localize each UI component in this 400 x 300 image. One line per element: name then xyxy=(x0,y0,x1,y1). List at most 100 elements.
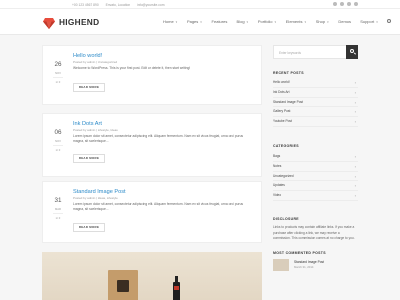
disclosure-text: Links to products may contain affiliate … xyxy=(273,225,355,240)
category-label: Video xyxy=(273,193,282,198)
recent-post-link[interactable]: Gallery Post › xyxy=(273,107,358,118)
post-title[interactable]: Hello world! xyxy=(73,53,102,59)
contact-info: +00 123 4567 890 Envato, Location info@y… xyxy=(72,3,170,7)
category-link[interactable]: Video › xyxy=(273,191,358,201)
main-nav: Home ▼ Pages ▼ Features Blog ▼ Portfolio ▼ E… xyxy=(163,19,392,24)
post-day: 26 xyxy=(54,61,62,68)
post-meta: Posted by admin | Ideas, Lifestyle xyxy=(73,195,118,200)
comment-count[interactable]: ✉ 0 xyxy=(52,148,64,152)
post-date: 26 NOV ✉ 0 xyxy=(52,53,64,84)
paper-bag-image xyxy=(108,270,138,300)
categories-list: Bags › Notes › Uncategorized › Updates › Vid… xyxy=(273,152,358,201)
post-card: 26 NOV ✉ 0 Hello world! Posted by admin … xyxy=(42,45,262,105)
chevron-right-icon: › xyxy=(354,89,356,95)
comment-count[interactable]: ✉ 0 xyxy=(52,80,64,84)
categories-title: CATEGORIES xyxy=(273,144,299,148)
read-more-button[interactable]: READ MORE xyxy=(73,83,105,92)
commented-post-date: March 31, 2014 xyxy=(294,265,314,269)
search-icon xyxy=(349,49,354,53)
search-button[interactable] xyxy=(346,45,358,59)
category-label: Updates xyxy=(273,183,285,188)
post-excerpt: Welcome to WordPress. This is your first… xyxy=(73,65,191,70)
nav-home[interactable]: Home ▼ xyxy=(163,19,178,24)
nav-blog[interactable]: Blog ▼ xyxy=(237,19,249,24)
post-date: 31 MAR ✉ 0 xyxy=(52,189,64,220)
date-divider xyxy=(53,77,63,78)
nav-elements[interactable]: Elements ▼ xyxy=(286,19,307,24)
diamond-icon xyxy=(43,16,55,29)
post-day: 06 xyxy=(54,129,62,136)
chevron-right-icon: › xyxy=(354,154,356,159)
nav-pages[interactable]: Pages ▼ xyxy=(187,19,202,24)
image-background xyxy=(42,252,262,300)
post-month: MAR xyxy=(55,208,61,211)
bottle-body xyxy=(173,282,180,300)
recent-post-label: Ink Dots Art xyxy=(273,89,290,94)
read-more-button[interactable]: READ MORE xyxy=(73,223,105,232)
search-input[interactable]: Enter keywords xyxy=(279,51,301,55)
featured-image[interactable] xyxy=(42,252,262,300)
disclosure-title: DISCLOSURE xyxy=(273,217,299,221)
nav-label: Shop xyxy=(315,18,326,24)
category-link[interactable]: Updates › xyxy=(273,181,358,192)
chevron-down-icon: ▼ xyxy=(175,20,178,24)
search-icon[interactable] xyxy=(387,19,392,23)
post-thumbnail xyxy=(273,259,289,271)
recent-post-label: Standard Image Post xyxy=(273,99,303,104)
nav-portfolio[interactable]: Portfolio ▼ xyxy=(258,19,277,24)
recent-posts-title: RECENT POSTS xyxy=(273,71,304,75)
category-link[interactable]: Notes › xyxy=(273,162,358,172)
category-label: Bags xyxy=(273,154,281,158)
twitter-icon[interactable] xyxy=(340,2,344,7)
nav-shop[interactable]: Shop ▼ xyxy=(316,19,329,24)
chevron-down-icon: ▼ xyxy=(326,20,330,24)
bottle-image xyxy=(173,276,180,300)
post-date: 06 NOV ✉ 0 xyxy=(52,121,64,152)
date-divider xyxy=(53,145,63,146)
read-more-button[interactable]: READ MORE xyxy=(73,154,105,163)
nav-label: Portfolio xyxy=(257,18,273,24)
chevron-right-icon: › xyxy=(354,119,356,125)
category-label: Notes xyxy=(273,163,282,168)
comment-count-value: 0 xyxy=(58,217,61,220)
commented-post-title: Standard Image Post xyxy=(294,260,324,264)
instagram-icon[interactable] xyxy=(347,2,351,7)
recent-post-link[interactable]: Hello world! › xyxy=(273,78,358,88)
category-link[interactable]: Bags › xyxy=(273,152,358,162)
recent-post-link[interactable]: Ink Dots Art › xyxy=(273,88,358,98)
email-link[interactable]: info@yoursite.com xyxy=(137,3,164,7)
pinterest-icon[interactable] xyxy=(354,2,358,7)
chevron-right-icon: › xyxy=(354,163,356,169)
comment-count[interactable]: ✉ 0 xyxy=(52,216,64,220)
chevron-right-icon: › xyxy=(354,193,356,199)
post-excerpt: Lorem ipsum dolor sit amet, consectetur … xyxy=(73,133,244,144)
nav-label: Home xyxy=(163,18,174,24)
post-month: NOV xyxy=(55,72,61,75)
post-meta: Posted by admin | Lifestyle, Ideas xyxy=(73,127,118,132)
nav-features[interactable]: Features xyxy=(212,19,228,24)
category-link[interactable]: Uncategorized › xyxy=(273,172,358,182)
post-card: 06 NOV ✉ 0 Ink Dots Art Posted by admin … xyxy=(42,113,262,177)
chevron-down-icon: ▼ xyxy=(199,20,203,24)
facebook-icon[interactable] xyxy=(333,2,337,7)
site-header: HIGHEND Home ▼ Pages ▼ Features Blog ▼ Port… xyxy=(0,9,400,35)
chevron-down-icon: ▼ xyxy=(303,20,307,24)
recent-post-link[interactable]: Youtube Post › xyxy=(273,117,358,127)
post-title[interactable]: Standard Image Post xyxy=(73,189,126,195)
recent-post-link[interactable]: Standard Image Post › xyxy=(273,98,358,108)
post-month: NOV xyxy=(55,140,61,143)
site-logo[interactable]: HIGHEND xyxy=(43,16,99,29)
comment-count-value: 0 xyxy=(58,149,61,152)
chevron-right-icon: › xyxy=(354,183,356,189)
bottle-label xyxy=(174,286,179,290)
chevron-down-icon: ▼ xyxy=(246,20,249,24)
nav-support[interactable]: Support ▼ xyxy=(360,19,378,24)
social-links xyxy=(333,2,358,7)
post-title[interactable]: Ink Dots Art xyxy=(73,121,102,127)
nav-label: Demos xyxy=(338,18,351,24)
nav-label: Features xyxy=(211,18,228,24)
top-bar: +00 123 4567 890 Envato, Location info@y… xyxy=(0,0,400,9)
nav-demos[interactable]: Demos xyxy=(338,19,351,24)
recent-post-label: Hello world! xyxy=(273,80,290,84)
nav-label: Support xyxy=(360,18,375,24)
